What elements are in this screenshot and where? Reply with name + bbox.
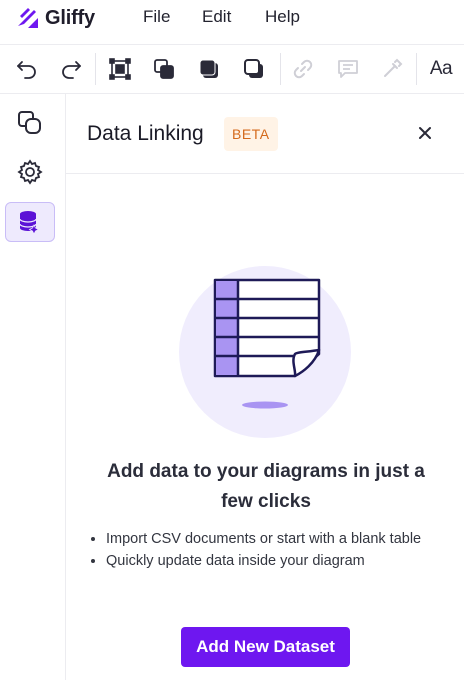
link-icon — [293, 59, 313, 79]
menu-file[interactable]: File — [143, 7, 170, 27]
group-button[interactable] — [106, 55, 134, 83]
toolbar-divider — [280, 53, 281, 85]
settings-button[interactable] — [5, 152, 55, 192]
app-name: Gliffy — [45, 6, 95, 29]
shapes-icon — [18, 111, 41, 134]
text-format-icon: Aa — [429, 58, 453, 79]
comment-icon — [338, 60, 358, 78]
add-new-dataset-button[interactable]: Add New Dataset — [181, 627, 350, 667]
send-back-button[interactable] — [240, 55, 268, 83]
gliffy-logo[interactable]: Gliffy — [16, 6, 95, 30]
comment-button[interactable] — [334, 55, 362, 83]
list-item: Import CSV documents or start with a bla… — [106, 528, 464, 550]
arrange-button[interactable] — [150, 55, 178, 83]
eyedropper-icon — [384, 58, 403, 77]
undo-icon — [17, 61, 36, 79]
empty-state-illustration — [179, 266, 351, 438]
list-item: Quickly update data inside your diagram — [106, 550, 464, 572]
close-button[interactable] — [414, 122, 436, 144]
group-icon — [109, 58, 131, 80]
panel-header: Data Linking BETA — [66, 93, 464, 174]
arrange-icon — [154, 59, 174, 79]
send-back-icon — [244, 59, 263, 78]
feature-list: Import CSV documents or start with a bla… — [66, 528, 464, 572]
toolbar: Aa — [0, 44, 464, 94]
redo-icon — [62, 61, 81, 79]
data-linking-icon — [19, 211, 40, 235]
empty-state-headline: Add data to your diagrams in just a few … — [107, 461, 425, 512]
beta-badge: BETA — [224, 117, 278, 151]
data-linking-panel: Data Linking BETA Add data to your diagr… — [66, 93, 464, 680]
link-button[interactable] — [289, 55, 317, 83]
panel-title: Data Linking — [87, 122, 204, 145]
gliffy-logo-icon — [18, 8, 38, 28]
left-sidebar — [0, 93, 66, 680]
bring-front-button[interactable] — [195, 55, 223, 83]
undo-button[interactable] — [13, 55, 41, 83]
table-document-icon — [213, 278, 321, 409]
text-format-button[interactable]: Aa — [427, 55, 455, 83]
menu-bar: Gliffy File Edit Help — [0, 0, 464, 36]
redo-button[interactable] — [57, 55, 85, 83]
menu-help[interactable]: Help — [265, 7, 300, 27]
data-linking-button[interactable] — [5, 202, 55, 242]
menu-edit[interactable]: Edit — [202, 7, 231, 27]
settings-icon — [17, 159, 43, 185]
shapes-button[interactable] — [5, 103, 55, 143]
bring-front-icon — [199, 59, 218, 78]
eyedropper-button[interactable] — [378, 55, 406, 83]
toolbar-divider — [95, 53, 96, 85]
toolbar-divider — [416, 53, 417, 85]
close-icon — [419, 127, 431, 139]
